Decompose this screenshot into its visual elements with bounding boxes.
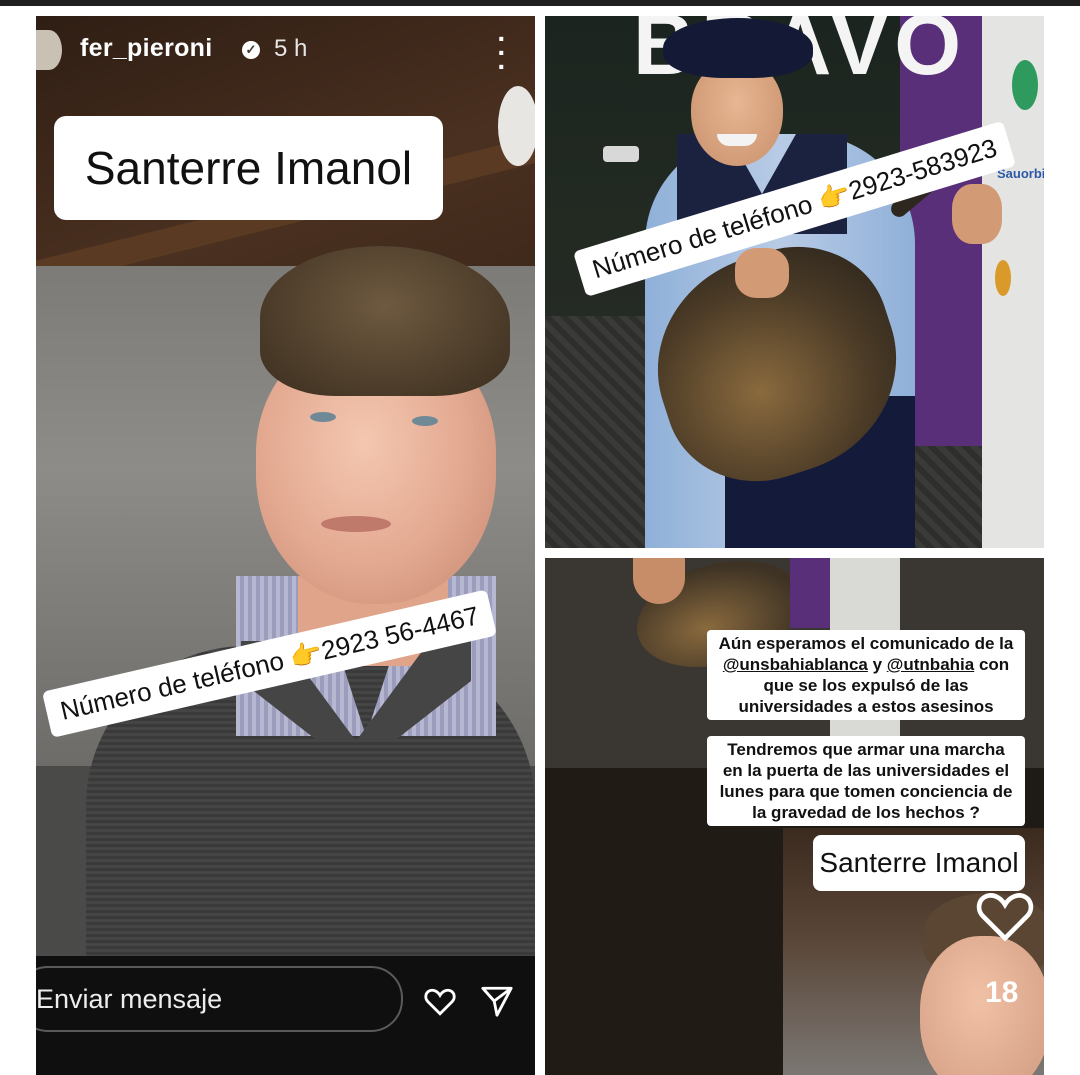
beret <box>663 18 813 78</box>
verified-badge-icon: ✓ <box>242 41 260 59</box>
username[interactable]: fer_pieroni <box>80 34 213 63</box>
caption-line: @unsbahiablanca y @utnbahia con <box>717 654 1015 675</box>
name-sticker: Santerre Imanol <box>813 835 1025 891</box>
orange-sign <box>995 260 1011 296</box>
avatar[interactable] <box>36 30 62 70</box>
bottom-right-story-panel: Aún esperamos el comunicado de la @unsba… <box>545 558 1044 1075</box>
name-sticker: Santerre Imanol <box>54 116 443 220</box>
send-message-placeholder: Enviar mensaje <box>36 984 223 1014</box>
heart-icon[interactable] <box>971 884 1039 946</box>
green-sign <box>1012 60 1038 110</box>
mention-link[interactable]: @unsbahiablanca <box>723 655 868 674</box>
more-vertical-icon[interactable]: · · · <box>492 25 512 81</box>
man-smile <box>717 134 757 146</box>
caption-joiner: con <box>974 655 1010 674</box>
message-bar: Enviar mensaje <box>36 956 535 1075</box>
like-count: 18 <box>985 976 1019 1009</box>
caption-joiner: y <box>867 655 887 674</box>
mention-link[interactable]: @utnbahia <box>887 655 974 674</box>
mouth <box>321 516 391 532</box>
left-story-panel: fer_pieroni ✓ 5 h · · · Santerre Imanol Nú… <box>36 16 535 1075</box>
caption-line: Aún esperamos el comunicado de la <box>718 634 1014 653</box>
parked-car <box>603 146 639 162</box>
story-header: fer_pieroni ✓ 5 h · · · <box>36 16 535 86</box>
send-icon[interactable] <box>479 984 515 1018</box>
caption-line: universidades a estos asesinos <box>738 697 994 716</box>
portrait-hair <box>260 246 510 396</box>
hand <box>952 184 1002 244</box>
left-eye <box>310 412 336 422</box>
caption-block: Aún esperamos el comunicado de la @unsba… <box>707 630 1025 720</box>
caption-line: que se los expulsó de las <box>763 676 969 695</box>
portrait-face <box>920 936 1044 1075</box>
purple-wall <box>790 558 830 628</box>
hand <box>735 248 789 298</box>
caption-block: Tendremos que armar una marcha en la pue… <box>707 736 1025 826</box>
top-right-photo-panel: Sauorbid BRAVO Número de teléfono 👉2923-… <box>545 16 1044 548</box>
heart-icon[interactable] <box>422 984 458 1018</box>
lamp <box>498 86 535 166</box>
top-edge-bar <box>0 0 1080 6</box>
post-time: 5 h <box>274 35 308 62</box>
right-eye <box>412 416 438 426</box>
